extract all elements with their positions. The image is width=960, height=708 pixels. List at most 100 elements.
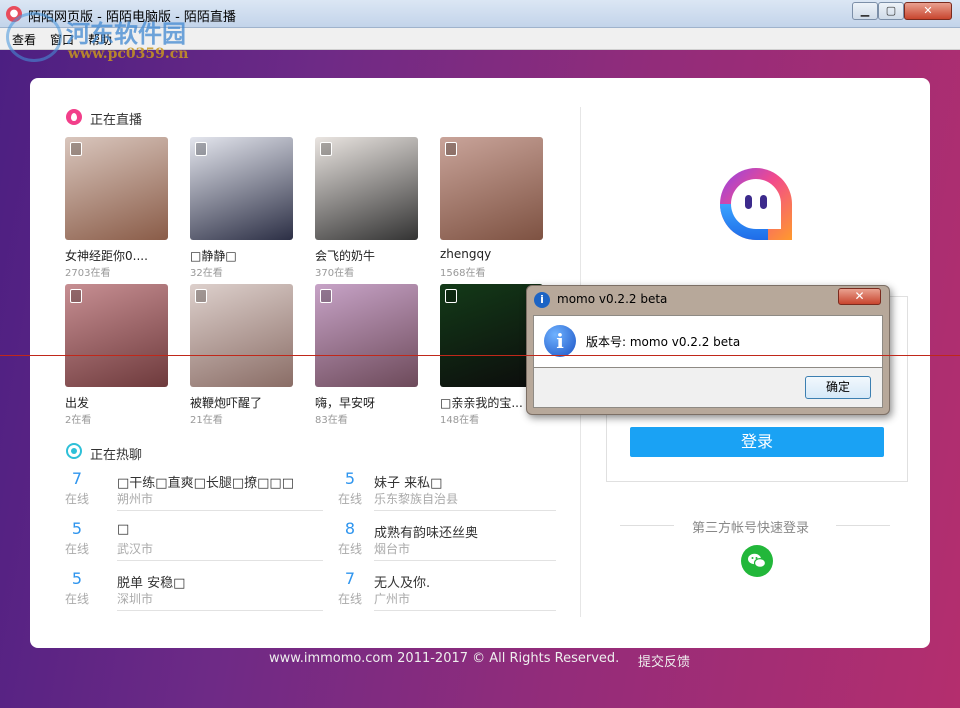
close-button[interactable]: ✕ — [904, 2, 952, 20]
wechat-bubbles-icon — [748, 553, 767, 569]
menu-window[interactable]: 窗口 — [50, 31, 74, 48]
about-dialog: i momo v0.2.2 beta ✕ i 版本号: momo v0.2.2 … — [526, 285, 890, 415]
minimize-button[interactable]: ▁ — [852, 2, 878, 20]
chat-online-label: 在线 — [338, 592, 363, 606]
chat-title[interactable]: 无人及你. — [374, 572, 430, 591]
dialog-info-icon: i — [534, 292, 550, 308]
chat-location: 烟台市 — [374, 542, 411, 556]
third-party-login-label: 第三方帐号快速登录 — [692, 521, 810, 536]
chat-online-count: 5 — [71, 569, 83, 588]
chat-item[interactable]: 5 在线 脱单 安稳□ 深圳市 — [65, 569, 323, 619]
dialog-message: 版本号: momo v0.2.2 beta — [586, 335, 741, 349]
chat-divider — [374, 610, 556, 611]
chat-item[interactable]: 7 在线 □干练□直爽□长腿□撩□□□ 朔州市 — [65, 469, 323, 519]
live-card-name[interactable]: 出发 — [65, 394, 169, 411]
chat-online-label: 在线 — [65, 542, 90, 556]
feedback-link[interactable]: 提交反馈 — [638, 651, 690, 670]
chat-item[interactable]: 5 在线 □ 武汉市 — [65, 519, 323, 569]
dialog-footer: 确定 — [533, 368, 883, 408]
info-icon: i — [544, 325, 576, 357]
live-thumbnail[interactable] — [65, 284, 168, 387]
live-card-name[interactable]: 被鞭炮吓醒了 — [190, 394, 294, 411]
live-card-name[interactable]: zhengqy — [440, 247, 544, 261]
chat-title[interactable]: □ — [117, 522, 129, 537]
chat-online-count: 8 — [344, 519, 356, 538]
window-title: 陌陌网页版 - 陌陌电脑版 - 陌陌直播 — [28, 10, 236, 25]
tv-icon — [445, 142, 457, 156]
chat-online-label: 在线 — [338, 492, 363, 506]
live-thumbnail[interactable] — [315, 137, 418, 240]
live-card-viewers: 32在看 — [190, 268, 223, 279]
dialog-ok-button[interactable]: 确定 — [805, 376, 871, 399]
chat-title[interactable]: □干练□直爽□长腿□撩□□□ — [117, 472, 294, 491]
title-bar: ● 陌陌网页版 - 陌陌电脑版 - 陌陌直播 ▁ ▢ ✕ — [0, 0, 960, 28]
third-party-login-row: 第三方帐号快速登录 — [620, 517, 890, 536]
chat-divider — [117, 510, 323, 511]
menu-help[interactable]: 帮助 — [88, 31, 112, 48]
live-card-viewers: 370在看 — [315, 268, 355, 279]
live-heading: 正在直播 — [90, 113, 143, 128]
chat-online-label: 在线 — [65, 492, 90, 506]
tv-icon — [320, 142, 332, 156]
chat-divider — [374, 510, 556, 511]
tv-icon — [445, 289, 457, 303]
hot-chat-icon — [66, 443, 82, 459]
live-card-viewers: 83在看 — [315, 415, 348, 426]
live-card-viewers: 2703在看 — [65, 268, 111, 279]
chat-online-label: 在线 — [338, 542, 363, 556]
chat-item[interactable]: 5 在线 妹子 来私□ 乐东黎族自治县 — [338, 469, 556, 519]
live-card-name[interactable]: □静静□ — [190, 247, 294, 264]
live-icon — [66, 109, 82, 125]
chat-title[interactable]: 妹子 来私□ — [374, 472, 442, 491]
app-icon: ● — [6, 6, 22, 22]
chat-divider — [117, 610, 323, 611]
live-thumbnail[interactable] — [190, 284, 293, 387]
live-card-name[interactable]: 会飞的奶牛 — [315, 247, 419, 264]
dialog-body: i 版本号: momo v0.2.2 beta — [533, 315, 883, 368]
third-party-line-right — [836, 525, 890, 526]
login-button[interactable]: 登录 — [630, 427, 884, 457]
dialog-title: momo v0.2.2 beta — [557, 292, 668, 306]
menu-bar: 查看 窗口 帮助 — [0, 28, 960, 50]
chat-divider — [374, 560, 556, 561]
tv-icon — [195, 142, 207, 156]
live-card-viewers: 2在看 — [65, 415, 92, 426]
red-guide-line — [0, 355, 960, 356]
chat-location: 乐东黎族自治县 — [374, 492, 459, 506]
chat-location: 武汉市 — [117, 542, 154, 556]
chat-online-count: 7 — [344, 569, 356, 588]
chat-item[interactable]: 8 在线 成熟有韵味还丝奥 烟台市 — [338, 519, 556, 569]
chat-location: 深圳市 — [117, 592, 154, 606]
tv-icon — [70, 289, 82, 303]
third-party-line-left — [620, 525, 674, 526]
chat-divider — [117, 560, 323, 561]
chat-online-label: 在线 — [65, 592, 90, 606]
menu-view[interactable]: 查看 — [12, 31, 36, 48]
live-card-viewers: 148在看 — [440, 415, 480, 426]
chat-title[interactable]: 成熟有韵味还丝奥 — [374, 522, 478, 541]
chat-location: 广州市 — [374, 592, 411, 606]
live-card-name[interactable]: 女神经距你0.... — [65, 247, 169, 264]
footer-copyright: www.immomo.com 2011-2017 © All Rights Re… — [269, 651, 620, 666]
maximize-button[interactable]: ▢ — [878, 2, 904, 20]
chat-title[interactable]: 脱单 安稳□ — [117, 572, 185, 591]
live-card-viewers: 1568在看 — [440, 268, 486, 279]
chat-location: 朔州市 — [117, 492, 154, 506]
chat-item[interactable]: 7 在线 无人及你. 广州市 — [338, 569, 556, 619]
dialog-close-button[interactable]: ✕ — [838, 288, 881, 305]
tv-icon — [320, 289, 332, 303]
live-thumbnail[interactable] — [65, 137, 168, 240]
live-thumbnail[interactable] — [190, 137, 293, 240]
wechat-icon[interactable] — [741, 545, 773, 577]
live-card-name[interactable]: 嗨，早安呀 — [315, 394, 419, 411]
tv-icon — [70, 142, 82, 156]
momo-logo-icon — [720, 168, 792, 240]
live-card-viewers: 21在看 — [190, 415, 223, 426]
tv-icon — [195, 289, 207, 303]
chat-online-count: 5 — [344, 469, 356, 488]
live-thumbnail[interactable] — [315, 284, 418, 387]
live-thumbnail[interactable] — [440, 137, 543, 240]
hot-heading: 正在热聊 — [90, 448, 143, 463]
chat-online-count: 5 — [71, 519, 83, 538]
chat-online-count: 7 — [71, 469, 83, 488]
